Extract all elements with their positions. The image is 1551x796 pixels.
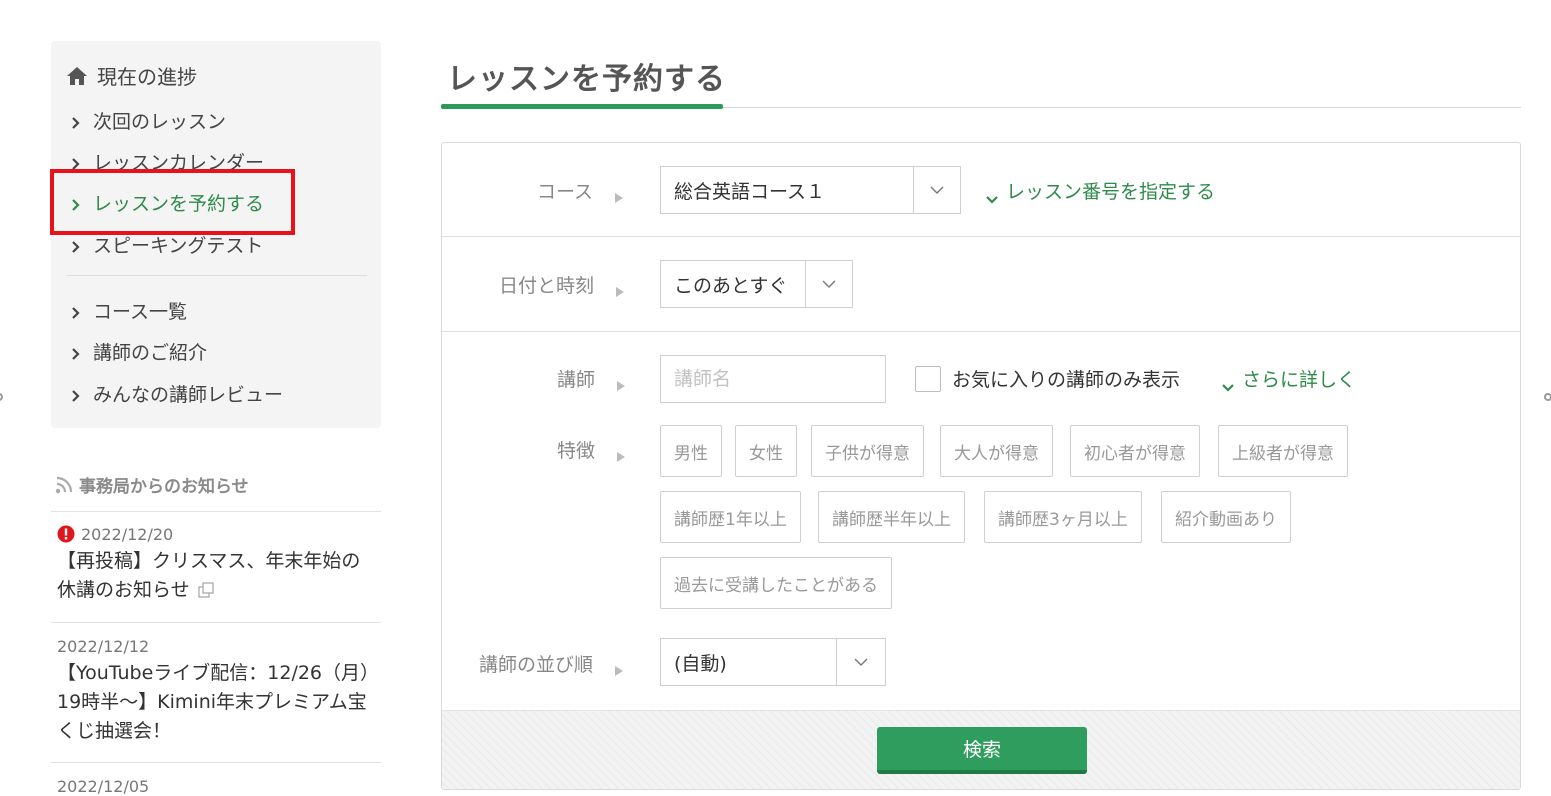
sort-label: 講師の並び順 xyxy=(479,650,624,677)
triangle-right-icon xyxy=(616,280,625,297)
triangle-right-icon xyxy=(615,186,624,203)
sort-label-text: 講師の並び順 xyxy=(479,654,594,676)
chevron-right-icon xyxy=(71,195,81,211)
news-item[interactable]: 2022/12/20 【再投稿】クリスマス、年末年始の休講のお知らせ xyxy=(57,523,377,605)
row-divider xyxy=(442,236,1520,237)
edge-handle-left xyxy=(0,393,3,401)
sidebar-divider xyxy=(67,275,367,276)
sidebar-item-next-lesson[interactable]: 次回のレッスン xyxy=(71,107,226,133)
news-divider xyxy=(51,622,381,623)
teacher-label: 講師 xyxy=(557,365,626,392)
alert-icon xyxy=(57,525,75,543)
news-heading: 事務局からのお知らせ xyxy=(55,472,249,497)
feature-tag-good-with-adults[interactable]: 大人が得意 xyxy=(940,425,1053,477)
form-footer: 検索 xyxy=(442,710,1520,789)
favorites-only-checkbox[interactable] xyxy=(915,366,941,392)
search-button[interactable]: 検索 xyxy=(877,727,1087,774)
sort-select[interactable]: (自動) xyxy=(660,638,886,686)
features-label: 特徴 xyxy=(557,436,626,463)
sidebar-item-book-lesson[interactable]: レッスンを予約する xyxy=(71,189,264,215)
sidebar-title-text: 現在の進捗 xyxy=(97,65,197,89)
search-form-panel: コース 総合英語コース１ レッスン番号を指定する 日付と時刻 このあとすぐ 講師… xyxy=(441,142,1521,790)
sidebar-title: 現在の進捗 xyxy=(65,61,197,90)
feature-tag-good-with-advanced[interactable]: 上級者が得意 xyxy=(1218,425,1348,477)
feature-tag-male[interactable]: 男性 xyxy=(660,425,722,477)
chevron-right-icon xyxy=(71,303,81,319)
datetime-label-text: 日付と時刻 xyxy=(499,275,595,297)
course-select-value: 総合英語コース１ xyxy=(674,180,826,203)
news-item[interactable]: 2022/12/05 xyxy=(57,775,377,796)
lesson-number-link-text: レッスン番号を指定する xyxy=(1006,181,1216,203)
feature-tag-previously-taken[interactable]: 過去に受講したことがある xyxy=(660,557,892,609)
rss-icon xyxy=(55,476,73,494)
external-link-icon xyxy=(197,578,214,598)
chevron-right-icon xyxy=(71,113,81,129)
chevron-right-icon xyxy=(71,154,81,170)
feature-tag-experience-1y[interactable]: 講師歴1年以上 xyxy=(660,491,801,543)
news-heading-text: 事務局からのお知らせ xyxy=(79,477,249,497)
chevron-right-icon xyxy=(71,386,81,402)
edge-handle-right xyxy=(1544,393,1551,401)
favorites-only-label[interactable]: お気に入りの講師のみ表示 xyxy=(952,365,1180,392)
news-title[interactable]: 【再投稿】クリスマス、年末年始の休講のお知らせ xyxy=(57,547,377,605)
title-accent-bar xyxy=(441,104,723,109)
chevron-down-icon xyxy=(913,167,960,213)
sidebar-item-teacher-reviews[interactable]: みんなの講師レビュー xyxy=(71,380,283,406)
chevron-down-icon xyxy=(836,639,885,685)
sidebar-item-speaking-test[interactable]: スピーキングテスト xyxy=(71,231,263,257)
datetime-label: 日付と時刻 xyxy=(499,271,625,298)
news-date-text: 2022/12/05 xyxy=(57,776,150,796)
sidebar-item-label: スピーキングテスト xyxy=(93,234,264,257)
news-divider xyxy=(51,511,381,512)
row-divider xyxy=(442,331,1520,332)
chevron-right-icon xyxy=(71,344,81,360)
sidebar-item-course-list[interactable]: コース一覧 xyxy=(71,297,187,323)
feature-tag-experience-6m[interactable]: 講師歴半年以上 xyxy=(818,491,965,543)
lesson-number-link[interactable]: レッスン番号を指定する xyxy=(986,177,1215,204)
sidebar-item-label: みんなの講師レビュー xyxy=(93,383,284,406)
sort-select-value: (自動) xyxy=(674,652,727,675)
sidebar-item-label: 次回のレッスン xyxy=(93,110,227,133)
news-title[interactable]: 【YouTubeライブ配信：12/26（月）19時半〜】Kimini年末プレミア… xyxy=(57,659,377,746)
sidebar-item-label: レッスンを予約する xyxy=(93,192,265,215)
sidebar-item-label: コース一覧 xyxy=(93,300,188,323)
feature-tag-good-with-kids[interactable]: 子供が得意 xyxy=(811,425,924,477)
sidebar-item-label: 講師のご紹介 xyxy=(93,341,208,364)
datetime-select[interactable]: このあとすぐ xyxy=(660,260,853,308)
news-divider xyxy=(51,762,381,763)
feature-tag-good-with-beginners[interactable]: 初心者が得意 xyxy=(1070,425,1200,477)
feature-tag-experience-3m[interactable]: 講師歴3ヶ月以上 xyxy=(984,491,1142,543)
sidebar-nav: 現在の進捗 次回のレッスン レッスンカレンダー レッスンを予約する スピーキング… xyxy=(51,41,381,428)
course-label: コース xyxy=(537,177,624,204)
triangle-right-icon xyxy=(617,374,626,391)
teacher-name-input[interactable] xyxy=(660,355,886,403)
feature-tag-intro-video[interactable]: 紹介動画あり xyxy=(1161,491,1291,543)
sidebar-item-teachers[interactable]: 講師のご紹介 xyxy=(71,338,207,364)
teacher-label-text: 講師 xyxy=(557,369,596,391)
chevron-down-icon xyxy=(1222,375,1234,392)
news-title-text: 【YouTubeライブ配信：12/26（月）19時半〜】Kimini年末プレミア… xyxy=(57,662,370,742)
home-icon xyxy=(65,65,89,87)
more-details-link[interactable]: さらに詳しく xyxy=(1222,365,1356,392)
page-title: レッスンを予約する xyxy=(447,62,726,97)
features-label-text: 特徴 xyxy=(557,440,596,462)
triangle-right-icon xyxy=(615,659,624,676)
course-select[interactable]: 総合英語コース１ xyxy=(660,166,961,214)
chevron-right-icon xyxy=(71,237,81,253)
datetime-select-value: このあとすぐ xyxy=(674,274,788,297)
news-date: 2022/12/12 xyxy=(57,635,377,657)
sidebar-item-label: レッスンカレンダー xyxy=(93,151,265,174)
news-date: 2022/12/20 xyxy=(57,523,377,545)
news-date-text: 2022/12/20 xyxy=(81,524,174,544)
news-item[interactable]: 2022/12/12 【YouTubeライブ配信：12/26（月）19時半〜】K… xyxy=(57,635,377,746)
triangle-right-icon xyxy=(617,445,626,462)
news-date: 2022/12/05 xyxy=(57,775,377,796)
course-label-text: コース xyxy=(537,181,594,203)
news-date-text: 2022/12/12 xyxy=(57,636,150,656)
sidebar-item-lesson-calendar[interactable]: レッスンカレンダー xyxy=(71,148,264,174)
more-details-link-text: さらに詳しく xyxy=(1242,369,1357,391)
chevron-down-icon xyxy=(805,261,852,307)
chevron-down-icon xyxy=(986,187,998,204)
feature-tag-female[interactable]: 女性 xyxy=(735,425,797,477)
